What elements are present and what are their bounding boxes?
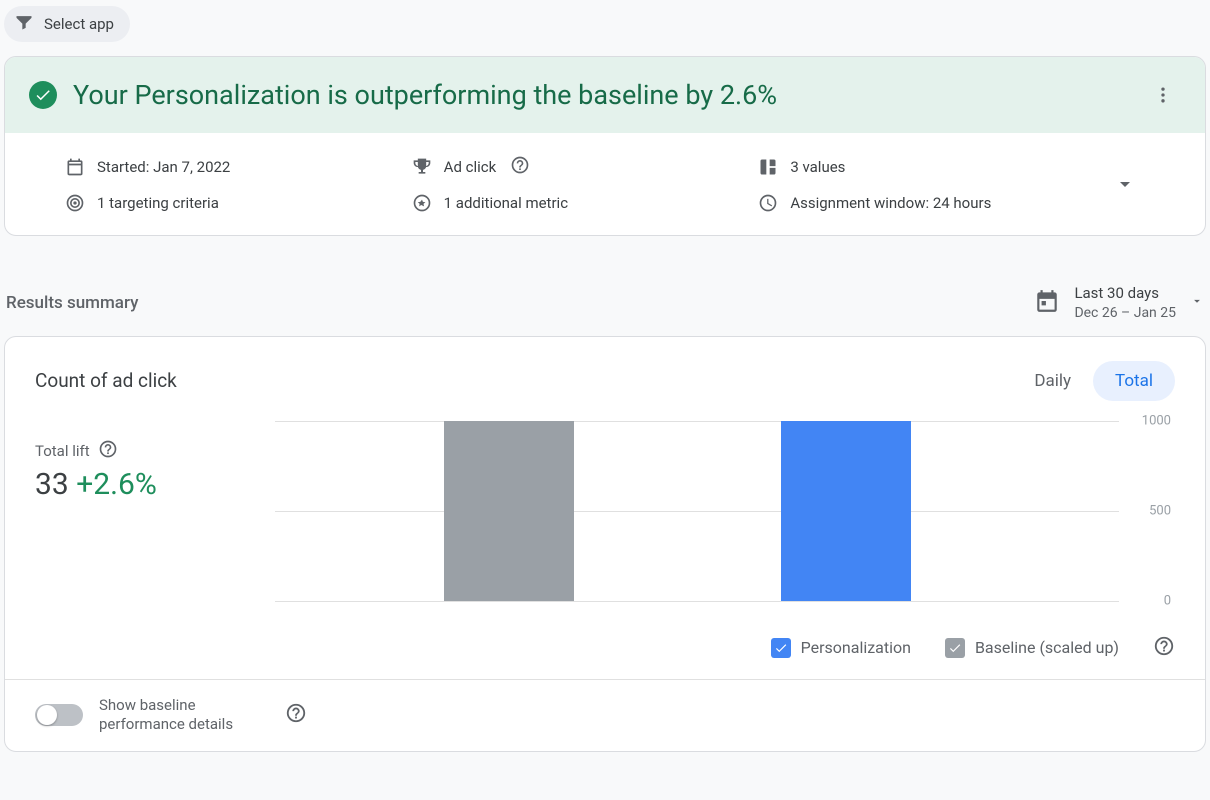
legend-personalization[interactable]: Personalization xyxy=(771,638,911,658)
meta-additional: 1 additional metric xyxy=(412,193,759,213)
baseline-details-switch[interactable] xyxy=(35,704,83,726)
meta-targeting-text: 1 targeting criteria xyxy=(97,194,219,212)
meta-window: Assignment window: 24 hours xyxy=(758,193,1105,213)
meta-targeting: 1 targeting criteria xyxy=(65,193,412,213)
y-tick-label: 0 xyxy=(1164,593,1171,608)
date-range-picker[interactable]: Last 30 days Dec 26 – Jan 25 xyxy=(1034,284,1204,322)
view-toggle: Daily Total xyxy=(1012,361,1175,401)
results-header: Results summary Last 30 days Dec 26 – Ja… xyxy=(6,284,1204,322)
chart-header: Count of ad click Daily Total xyxy=(5,337,1205,411)
dropdown-icon xyxy=(1190,293,1204,312)
clock-icon xyxy=(758,193,778,213)
lift-label-row: Total lift xyxy=(35,439,235,463)
lift-label: Total lift xyxy=(35,442,90,460)
calendar-icon xyxy=(65,157,85,177)
more-vert-icon xyxy=(1153,85,1173,105)
date-range-text: Last 30 days Dec 26 – Jan 25 xyxy=(1074,284,1176,322)
gridline xyxy=(275,511,1119,512)
banner-title: Your Personalization is outperforming th… xyxy=(73,79,1129,111)
goal-help-icon[interactable] xyxy=(510,155,530,179)
date-range-icon xyxy=(1034,288,1060,318)
results-summary-title: Results summary xyxy=(6,293,138,313)
meta-started: Started: Jan 7, 2022 xyxy=(65,157,412,177)
meta-goal-text: Ad click xyxy=(444,158,497,176)
chart-card: Count of ad click Daily Total Total lift… xyxy=(4,336,1206,752)
lift-box: Total lift 33 +2.6% xyxy=(35,421,235,601)
compare-icon xyxy=(758,157,778,177)
legend-baseline-label: Baseline (scaled up) xyxy=(975,638,1119,657)
meta-values-text: 3 values xyxy=(790,158,845,176)
checkbox-baseline[interactable] xyxy=(945,638,965,658)
chart-body: Total lift 33 +2.6% 05001000 xyxy=(5,411,1205,621)
more-menu-button[interactable] xyxy=(1145,77,1181,113)
select-app-chip[interactable]: Select app xyxy=(4,6,130,42)
checkbox-personalization[interactable] xyxy=(771,638,791,658)
chart-footer: Show baseline performance details xyxy=(5,679,1205,751)
lift-value: 33 xyxy=(35,467,69,502)
trophy-icon xyxy=(412,157,432,177)
y-tick-label: 1000 xyxy=(1142,413,1171,428)
y-tick-label: 500 xyxy=(1149,503,1171,518)
star-circle-icon xyxy=(412,193,432,213)
check-circle-icon xyxy=(29,81,57,109)
legend-baseline[interactable]: Baseline (scaled up) xyxy=(945,638,1119,658)
tab-total[interactable]: Total xyxy=(1093,361,1175,401)
lift-percent: +2.6% xyxy=(76,467,157,502)
status-banner: Your Personalization is outperforming th… xyxy=(5,57,1205,133)
chart-legend: Personalization Baseline (scaled up) xyxy=(5,621,1205,679)
switch-knob xyxy=(37,705,57,725)
lift-help-icon[interactable] xyxy=(98,439,118,463)
expand-button[interactable] xyxy=(1105,172,1145,196)
filter-icon xyxy=(14,12,34,36)
meta-goal: Ad click xyxy=(412,155,759,179)
meta-window-text: Assignment window: 24 hours xyxy=(790,194,991,212)
chevron-down-icon xyxy=(1113,172,1137,196)
select-app-label: Select app xyxy=(44,15,114,33)
meta-values: 3 values xyxy=(758,157,1105,177)
legend-help-icon[interactable] xyxy=(1153,635,1175,661)
baseline-details-help-icon[interactable] xyxy=(285,702,307,728)
target-icon xyxy=(65,193,85,213)
meta-grid: Started: Jan 7, 2022 Ad click 3 values 1… xyxy=(5,133,1205,235)
status-card: Your Personalization is outperforming th… xyxy=(4,56,1206,236)
date-range-value: Dec 26 – Jan 25 xyxy=(1074,304,1176,322)
legend-personalization-label: Personalization xyxy=(801,638,911,657)
bar-baseline xyxy=(444,421,574,601)
lift-value-row: 33 +2.6% xyxy=(35,467,235,502)
chart-title: Count of ad click xyxy=(35,369,177,392)
plot-area: 05001000 xyxy=(275,421,1175,601)
gridline xyxy=(275,601,1119,602)
meta-additional-text: 1 additional metric xyxy=(444,194,568,212)
bar-personalization xyxy=(781,421,911,601)
gridline xyxy=(275,421,1119,422)
tab-daily[interactable]: Daily xyxy=(1012,361,1093,401)
baseline-details-label: Show baseline performance details xyxy=(99,696,269,735)
date-range-label: Last 30 days xyxy=(1074,284,1176,304)
meta-started-text: Started: Jan 7, 2022 xyxy=(97,158,230,176)
